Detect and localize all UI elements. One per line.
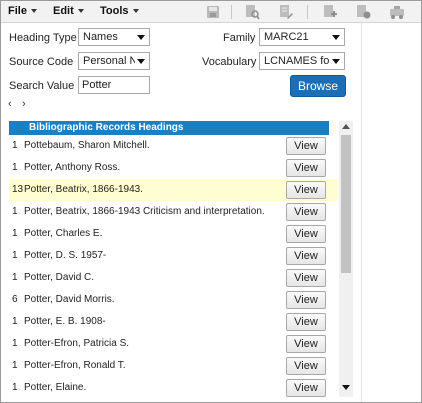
toolbar-divider <box>231 5 232 19</box>
vocabulary-value: LCNAMES fo <box>264 55 330 67</box>
menu-toolbar: File Edit Tools <box>1 1 421 23</box>
vocabulary-select[interactable]: LCNAMES fo <box>259 52 345 70</box>
next-page-icon[interactable]: › <box>22 98 26 110</box>
view-button[interactable]: View <box>286 159 326 177</box>
chevron-down-icon <box>77 9 84 14</box>
search-record-icon[interactable] <box>244 4 260 20</box>
record-count: 1 <box>12 250 18 261</box>
table-row: 1 Potter, Beatrix, 1866-1943 Criticism an… <box>9 201 338 223</box>
heading-type-label: Heading Type <box>9 32 77 44</box>
record-count: 1 <box>12 360 18 371</box>
browse-button[interactable]: Browse <box>290 75 346 97</box>
record-count: 1 <box>12 162 18 173</box>
heading-text: Potter, Anthony Ross. <box>24 162 121 173</box>
chevron-down-icon <box>137 59 145 64</box>
view-button[interactable]: View <box>286 247 326 265</box>
edit-menu-label: Edit <box>53 5 74 17</box>
record-count: 1 <box>12 206 18 217</box>
add-record-icon[interactable] <box>322 4 338 20</box>
scroll-thumb[interactable] <box>341 135 351 273</box>
record-count: 1 <box>12 382 18 393</box>
heading-text: Potter, Elaine. <box>24 382 87 393</box>
record-action-icon[interactable] <box>355 4 371 20</box>
record-count: 1 <box>12 140 18 151</box>
tools-menu[interactable]: Tools <box>100 5 139 17</box>
record-count: 13 <box>12 184 24 195</box>
table-row: 1 Potter, Elaine. View <box>9 377 338 397</box>
results-table: Bibliographic Records Headings 1 Pottebau… <box>9 121 355 397</box>
table-row: 13 Potter, Beatrix, 1866-1943. View <box>9 179 338 201</box>
heading-text: Pottebaum, Sharon Mitchell. <box>24 140 150 151</box>
chevron-down-icon <box>30 9 37 14</box>
view-button[interactable]: View <box>286 203 326 221</box>
record-count: 1 <box>12 316 18 327</box>
chevron-down-icon <box>132 9 139 14</box>
heading-text: Potter, David C. <box>24 272 95 283</box>
view-button[interactable]: View <box>286 335 326 353</box>
scroll-up-icon[interactable] <box>342 124 350 129</box>
vocabulary-label: Vocabulary <box>202 56 257 68</box>
batch-icon[interactable] <box>389 4 405 20</box>
chevron-down-icon <box>332 59 340 64</box>
view-button[interactable]: View <box>286 291 326 309</box>
heading-text: Potter, Beatrix, 1866-1943 Criticism and… <box>24 206 265 217</box>
table-row: 1 Potter, David C. View <box>9 267 338 289</box>
tools-menu-label: Tools <box>100 5 129 17</box>
chevron-down-icon <box>332 35 340 40</box>
source-code-select[interactable]: Personal N <box>78 52 150 70</box>
heading-type-select[interactable]: Names <box>78 28 150 46</box>
chevron-down-icon <box>137 35 145 40</box>
heading-text: Potter, Charles E. <box>24 228 103 239</box>
panel-divider <box>361 23 362 402</box>
family-select[interactable]: MARC21 <box>259 28 345 46</box>
search-value-input[interactable]: Potter <box>78 76 150 94</box>
view-button[interactable]: View <box>286 225 326 243</box>
table-row: 1 Pottebaum, Sharon Mitchell. View <box>9 135 338 157</box>
heading-text: Potter, D. S. 1957- <box>24 250 107 261</box>
save-icon[interactable] <box>205 4 221 20</box>
view-button[interactable]: View <box>286 379 326 397</box>
file-menu-label: File <box>8 5 27 17</box>
record-count: 1 <box>12 338 18 349</box>
table-row: 1 Potter, Anthony Ross. View <box>9 157 338 179</box>
previous-page-icon[interactable]: ‹ <box>8 98 12 110</box>
heading-text: Potter, David Morris. <box>24 294 115 305</box>
edit-record-icon[interactable] <box>278 4 294 20</box>
record-count: 1 <box>12 272 18 283</box>
table-row: 6 Potter, David Morris. View <box>9 289 338 311</box>
source-code-label: Source Code <box>9 56 74 68</box>
source-code-value: Personal N <box>83 55 135 67</box>
record-count: 1 <box>12 228 18 239</box>
view-button[interactable]: View <box>286 313 326 331</box>
heading-text: Potter-Efron, Patricia S. <box>24 338 130 349</box>
table-row: 1 Potter, D. S. 1957- View <box>9 245 338 267</box>
heading-type-value: Names <box>83 31 118 43</box>
view-button[interactable]: View <box>286 137 326 155</box>
table-row: 1 Potter-Efron, Patricia S. View <box>9 333 338 355</box>
scroll-down-icon[interactable] <box>342 385 350 390</box>
results-scrollbar[interactable] <box>339 121 353 397</box>
record-count: 6 <box>12 294 18 305</box>
edit-menu[interactable]: Edit <box>53 5 84 17</box>
toolbar-divider <box>307 5 308 19</box>
heading-text: Potter-Efron, Ronald T. <box>24 360 126 371</box>
family-value: MARC21 <box>264 31 309 43</box>
results-header: Bibliographic Records Headings <box>9 121 329 135</box>
search-value-label: Search Value <box>9 80 75 92</box>
file-menu[interactable]: File <box>8 5 37 17</box>
view-button[interactable]: View <box>286 357 326 375</box>
heading-text: Potter, Beatrix, 1866-1943. <box>24 184 143 195</box>
family-label: Family <box>223 32 256 44</box>
table-row: 1 Potter, Charles E. View <box>9 223 338 245</box>
table-row: 1 Potter, E. B. 1908- View <box>9 311 338 333</box>
view-button[interactable]: View <box>286 269 326 287</box>
view-button[interactable]: View <box>286 181 326 199</box>
heading-text: Potter, E. B. 1908- <box>24 316 106 327</box>
table-row: 1 Potter-Efron, Ronald T. View <box>9 355 338 377</box>
